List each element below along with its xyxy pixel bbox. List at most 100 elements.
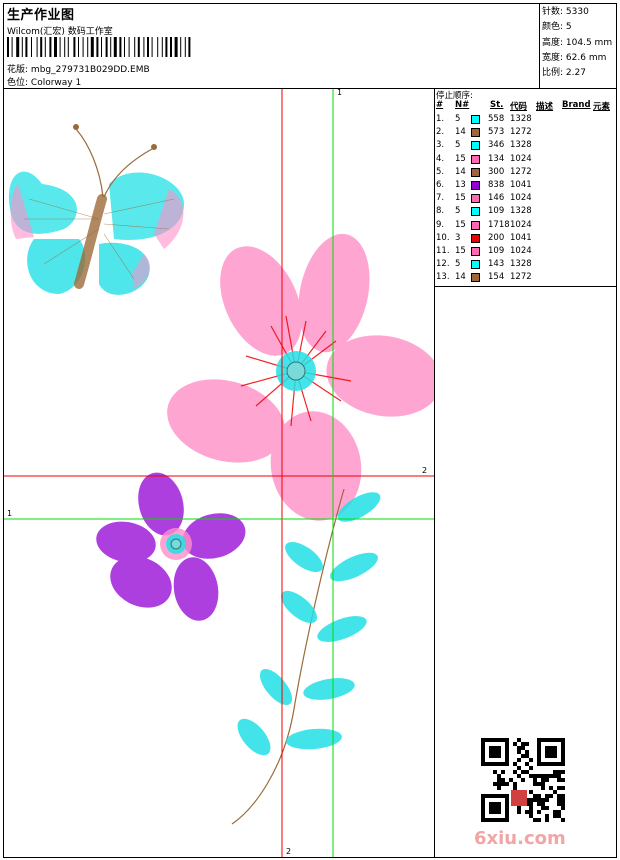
row-stitches: 838 (488, 180, 505, 190)
stats-divider (539, 3, 540, 89)
legend-row: 2. 14 573 1272 (436, 127, 616, 140)
row-code: 1024 (510, 153, 532, 164)
legend-row: 9. 15 1718 1024 (436, 220, 616, 233)
row-stitches: 200 (488, 232, 505, 243)
color-swatch (471, 260, 480, 270)
colorway-name: Colorway 1 (30, 78, 82, 88)
legend-row: 3. 5 346 1328 (436, 140, 616, 153)
colorway-row: 色位: Colorway 1 (7, 75, 81, 88)
row-number: 6. (436, 180, 445, 190)
color-swatch (471, 207, 480, 217)
butterfly (8, 124, 184, 295)
barcode (7, 37, 191, 57)
row-stitches: 573 (488, 127, 505, 138)
row-code: 1272 (510, 127, 532, 138)
row-needle: 14 (455, 127, 466, 138)
design-canvas: 2 2 1 1 (4, 89, 434, 857)
stat-height: 高度: 104.5 mm (542, 37, 613, 48)
col-code-header: 代码 (510, 102, 528, 112)
row-code: 1328 (510, 206, 532, 217)
col-num-header: # (436, 100, 444, 110)
col-stitches-header: St. (490, 100, 504, 110)
row-needle: 5 (455, 206, 461, 217)
color-swatch (471, 181, 480, 190)
design-file-name: mbg_279731B029DD.EMB (30, 65, 150, 75)
legend-row: 8. 5 109 1328 (436, 206, 616, 219)
color-swatch (471, 220, 480, 230)
color-swatch (471, 247, 480, 256)
legend-bottom-divider (434, 286, 617, 287)
row-needle: 15 (455, 193, 466, 204)
row-stitches: 109 (488, 246, 505, 256)
row-code: 1041 (510, 232, 532, 243)
row-needle: 14 (455, 272, 466, 283)
legend-row: 12. 5 143 1328 (436, 259, 616, 272)
red-h-guide-label: 2 (422, 466, 428, 475)
row-stitches: 154 (488, 272, 505, 283)
row-code: 1024 (510, 219, 532, 230)
qr-code[interactable] (481, 738, 565, 822)
row-number: 12. (436, 259, 450, 270)
row-needle: 13 (455, 180, 466, 190)
row-code: 1328 (510, 140, 532, 151)
color-swatch (471, 233, 480, 243)
green-v-guide-label: 1 (337, 89, 343, 97)
row-needle: 15 (455, 219, 466, 230)
row-needle: 3 (455, 232, 461, 243)
row-number: 7. (436, 193, 445, 204)
col-needle-header: N# (455, 100, 470, 110)
stats-panel: 针数: 5330 颜色: 5 高度: 104.5 mm 宽度: 62.6 mm … (542, 5, 612, 81)
row-needle: 5 (455, 140, 461, 151)
row-stitches: 300 (488, 166, 505, 177)
row-code: 1024 (510, 246, 532, 256)
row-number: 11. (436, 246, 450, 256)
pink-flower (167, 233, 434, 521)
leaf-stem (231, 488, 381, 825)
color-swatch (471, 194, 480, 204)
colorway-label: 色位: (7, 78, 29, 88)
row-number: 5. (436, 166, 445, 177)
col-element-header: 元素 (593, 102, 611, 112)
red-v-guide-label: 2 (286, 847, 292, 856)
page-title: 生产作业图 (7, 8, 75, 23)
row-stitches: 109 (488, 206, 505, 217)
row-code: 1041 (510, 180, 532, 190)
row-stitches: 346 (488, 140, 505, 151)
stat-scale: 比例: 2.27 (542, 68, 586, 79)
row-number: 13. (436, 272, 450, 283)
purple-flower (96, 472, 246, 621)
stat-stitches: 针数: 5330 (542, 7, 589, 17)
row-needle: 5 (455, 114, 461, 124)
legend-row: 13. 14 154 1272 (436, 272, 616, 285)
col-brand-header: Brand (562, 100, 591, 110)
legend-row: 1. 5 558 1328 (436, 114, 616, 127)
legend-row: 5. 14 300 1272 (436, 167, 616, 180)
row-number: 8. (436, 206, 445, 217)
row-stitches: 558 (488, 114, 505, 124)
row-number: 4. (436, 153, 445, 164)
row-needle: 15 (455, 153, 466, 164)
watermark: 6xiu.com (474, 828, 566, 849)
row-number: 10. (436, 232, 450, 243)
legend-row: 7. 15 146 1024 (436, 193, 616, 206)
green-h-guide-label: 1 (7, 509, 13, 518)
legend-row: 10. 3 200 1041 (436, 233, 616, 246)
row-number: 2. (436, 127, 445, 138)
row-needle: 14 (455, 166, 466, 177)
row-code: 1024 (510, 193, 532, 204)
color-swatch (471, 128, 480, 138)
stat-colors: 颜色: 5 (542, 22, 572, 33)
embroidery-preview (4, 89, 434, 857)
row-stitches: 1718 (488, 219, 510, 230)
legend-row: 11. 15 109 1024 (436, 246, 616, 259)
row-number: 9. (436, 219, 445, 230)
stat-width: 宽度: 62.6 mm (542, 52, 607, 63)
row-code: 1272 (510, 166, 532, 177)
row-number: 1. (436, 114, 445, 124)
row-code: 1272 (510, 272, 532, 283)
color-swatch (471, 115, 480, 124)
row-needle: 15 (455, 246, 466, 256)
design-file-row: 花版: mbg_279731B029DD.EMB (7, 62, 150, 75)
color-swatch (471, 154, 480, 164)
color-swatch (471, 141, 480, 151)
